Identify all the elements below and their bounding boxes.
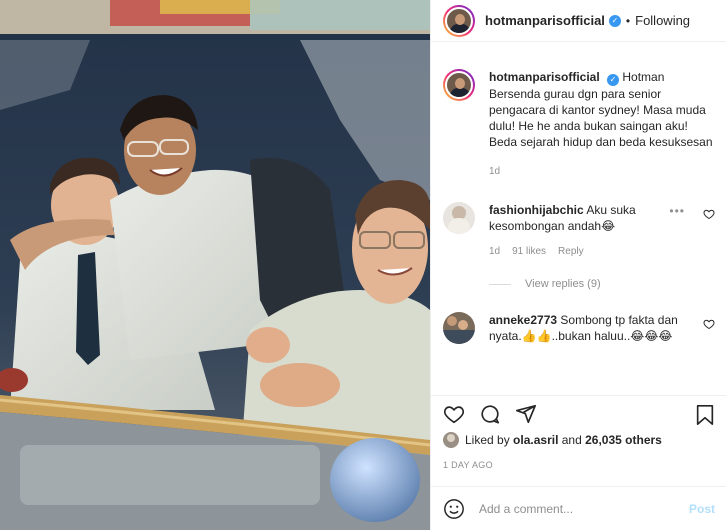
post-actions: Liked by ola.asril and 26,035 others 1 D… bbox=[431, 395, 726, 470]
comment-username[interactable]: anneke2773 bbox=[489, 313, 557, 327]
view-replies-button[interactable]: View replies (9) bbox=[489, 278, 715, 290]
comment-item: anneke2773 Sombong tp fakta dan nyata.👍👍… bbox=[443, 312, 715, 344]
caption-time[interactable]: 1d bbox=[489, 164, 500, 180]
separator-dot: • bbox=[625, 13, 631, 28]
comment-body: anneke2773 Sombong tp fakta dan nyata.👍👍… bbox=[489, 312, 715, 344]
liked-by-user[interactable]: ola.asril bbox=[513, 433, 558, 447]
view-replies-label[interactable]: View replies (9) bbox=[525, 278, 601, 290]
post-photo-image bbox=[0, 0, 430, 530]
reply-button[interactable]: Reply bbox=[558, 244, 584, 260]
following-button[interactable]: Following bbox=[635, 13, 690, 28]
comment-username[interactable]: fashionhijabchic bbox=[489, 203, 584, 217]
caption-author-avatar[interactable] bbox=[443, 69, 475, 101]
likes-count-link[interactable]: 26,035 others bbox=[585, 433, 662, 447]
emoji-icon[interactable] bbox=[443, 498, 465, 520]
heart-icon[interactable] bbox=[703, 208, 715, 220]
liked-by-prefix: Liked by bbox=[465, 433, 510, 447]
post-side-panel: hotmanparisofficial ✓ • Following hotman… bbox=[430, 0, 726, 530]
liked-and: and bbox=[561, 433, 582, 447]
comment-composer: Add a comment... Post bbox=[431, 486, 726, 530]
author-username[interactable]: hotmanparisofficial bbox=[485, 13, 605, 28]
post-comment-button[interactable]: Post bbox=[689, 502, 715, 516]
post-timestamp[interactable]: 1 DAY AGO bbox=[443, 460, 715, 470]
caption: hotmanparisofficial ✓ Hotman Bersenda gu… bbox=[443, 69, 715, 180]
post-header: hotmanparisofficial ✓ • Following bbox=[431, 0, 726, 42]
comments-list[interactable]: hotmanparisofficial ✓ Hotman Bersenda gu… bbox=[431, 43, 726, 395]
heart-icon[interactable] bbox=[703, 318, 715, 330]
share-icon[interactable] bbox=[515, 403, 537, 425]
verified-badge-icon: ✓ bbox=[607, 74, 620, 86]
author-avatar[interactable] bbox=[443, 4, 475, 37]
heart-icon[interactable] bbox=[443, 403, 465, 425]
post-photo[interactable] bbox=[0, 0, 430, 530]
verified-badge-icon: ✓ bbox=[608, 14, 621, 27]
commenter-avatar[interactable] bbox=[443, 312, 475, 344]
replies-divider bbox=[489, 283, 511, 285]
comment-likes[interactable]: 91 likes bbox=[512, 244, 546, 260]
comment-icon[interactable] bbox=[479, 403, 501, 425]
likes-summary: Liked by ola.asril and 26,035 others bbox=[443, 432, 715, 448]
commenter-avatar[interactable] bbox=[443, 202, 475, 234]
liker-avatar[interactable] bbox=[443, 432, 459, 448]
caption-body: hotmanparisofficial ✓ Hotman Bersenda gu… bbox=[489, 69, 715, 180]
bookmark-icon[interactable] bbox=[695, 404, 715, 426]
comment-input[interactable]: Add a comment... bbox=[479, 502, 689, 516]
caption-username[interactable]: hotmanparisofficial bbox=[489, 70, 600, 84]
comment-item: fashionhijabchic Aku suka kesombongan an… bbox=[443, 202, 715, 260]
comment-time[interactable]: 1d bbox=[489, 244, 500, 260]
instagram-post-view: hotmanparisofficial ✓ • Following hotman… bbox=[0, 0, 726, 530]
more-icon[interactable]: ••• bbox=[669, 204, 685, 218]
